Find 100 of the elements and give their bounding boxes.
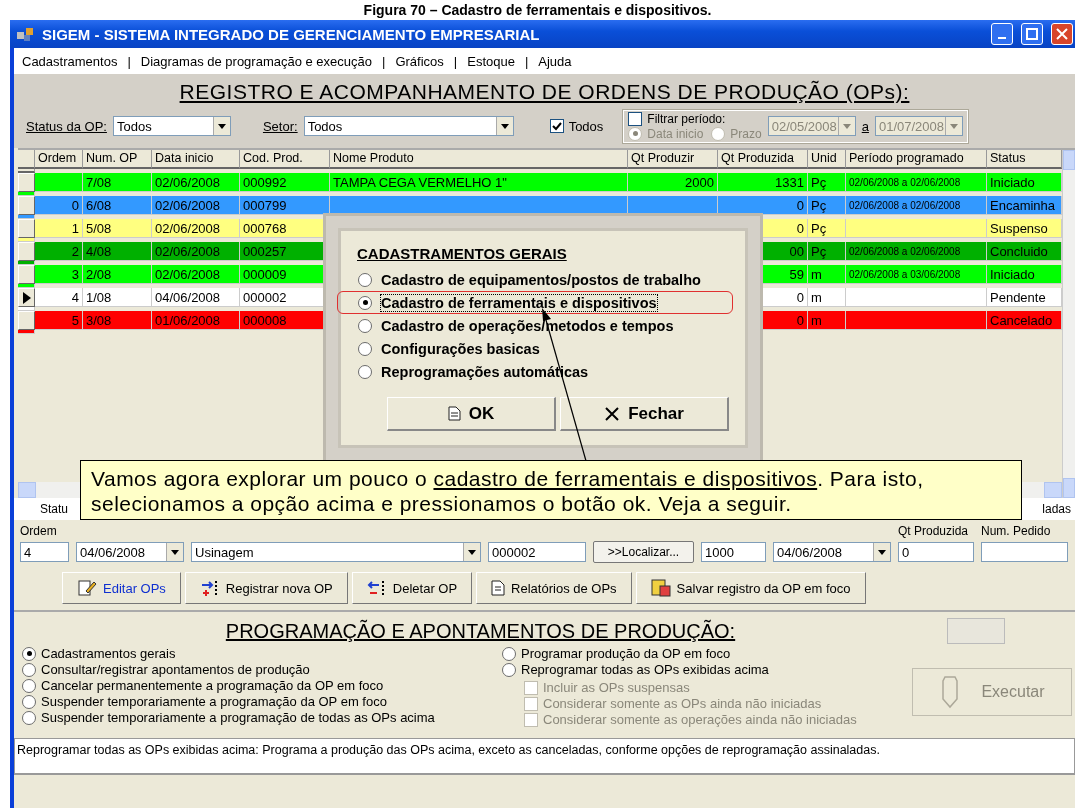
arrow-plus-icon <box>199 579 220 597</box>
column-header[interactable]: Num. OP <box>83 150 152 169</box>
table-cell: m <box>808 311 846 330</box>
field-label: Ordem <box>20 524 57 538</box>
toolbar-button[interactable]: Relatórios de OPs <box>476 572 632 604</box>
toolbar-button[interactable]: Deletar OP <box>351 572 473 604</box>
column-header[interactable]: Nome Produto <box>330 150 628 169</box>
dropdown-arrow-icon[interactable] <box>500 123 509 129</box>
input-field[interactable] <box>981 542 1068 562</box>
menu-separator: | <box>382 53 386 69</box>
field-label: a <box>861 118 869 134</box>
save-icon <box>650 579 671 597</box>
column-header[interactable]: Qt Produzir <box>628 150 718 169</box>
table-cell: Encaminha <box>987 196 1062 215</box>
radio-option[interactable]: Cancelar permanentemente a programação da OP em foco <box>22 678 502 693</box>
field-label: Setor: <box>262 118 298 134</box>
field-label: Qt Produzida <box>898 524 969 538</box>
indicator-box <box>947 618 1005 644</box>
column-header[interactable]: Data inicio <box>152 150 240 169</box>
menu-item[interactable]: Estoque <box>467 53 515 69</box>
all-checkbox[interactable]: Todos <box>549 118 604 134</box>
input-field[interactable]: 1000 <box>701 542 766 562</box>
table-cell <box>18 238 35 242</box>
table-cell: 6/08 <box>83 196 152 215</box>
toolbar-button[interactable]: Editar OPs <box>62 572 181 604</box>
status-dropdown[interactable]: Todos <box>112 116 231 136</box>
radio-option[interactable]: Reprogramar todas as OPs exibidas acima <box>502 662 902 677</box>
table-cell: 2000 <box>628 173 718 192</box>
maximize-button[interactable] <box>1021 23 1043 45</box>
column-header[interactable]: Qt Produzida <box>718 150 808 169</box>
menu-item[interactable]: Diagramas de programação e execução <box>140 53 373 69</box>
table-cell: Pç <box>808 242 846 261</box>
maximize-icon <box>1026 28 1038 40</box>
menu-item[interactable]: Cadastramentos <box>22 53 118 69</box>
column-header[interactable]: Cod. Prod. <box>240 150 330 169</box>
table-cell <box>18 261 35 265</box>
ok-button[interactable]: OK <box>387 397 556 431</box>
dropdown-arrow-icon[interactable] <box>171 549 179 555</box>
table-cell: 4 <box>35 288 83 307</box>
table-cell: TAMPA CEGA VERMELHO 1" <box>330 173 628 192</box>
tooltip-link[interactable]: cadastro de ferramentais e dispositivos <box>433 467 818 490</box>
table-cell: 1 <box>35 219 83 238</box>
vertical-scrollbar[interactable] <box>1062 150 1075 498</box>
radio-option[interactable]: Cadastro de ferramentais e dispositivos <box>337 291 733 314</box>
column-header[interactable]: Ordem <box>35 150 83 169</box>
period-checkbox[interactable]: Filtrar período: <box>628 111 762 126</box>
radio-option[interactable]: Programar produção da OP em foco <box>502 646 902 661</box>
table-cell: 000992 <box>240 173 330 192</box>
table-cell: Pç <box>808 196 846 215</box>
table-cell: 02/06/2008 <box>152 242 240 261</box>
close-icon <box>1056 28 1068 40</box>
radio-option[interactable]: Suspender temporariamente a programação da OP em foco <box>22 694 502 709</box>
input-field[interactable]: 0 <box>898 542 974 562</box>
close-button[interactable] <box>1051 23 1073 45</box>
toolbar-button[interactable]: Registrar nova OP <box>184 572 348 604</box>
close-button[interactable]: Fechar <box>560 397 729 431</box>
row-header[interactable] <box>18 288 35 307</box>
column-header[interactable]: Unid <box>808 150 846 169</box>
table-cell: Pç <box>808 219 846 238</box>
radio-option[interactable]: Consultar/registrar apontamentos de produção <box>22 662 502 677</box>
dropdown-arrow-icon[interactable] <box>468 549 476 555</box>
radio-option[interactable]: Configurações basicas <box>337 337 733 360</box>
minimize-icon <box>998 37 1006 39</box>
callout-tooltip: Vamos agora explorar um pouco o cadastro de ferramentais e dispositivos. Para isto, selecionamos a opção acima e pressionamos o botão ok. Veja a seguir. <box>80 460 1022 520</box>
dropdown[interactable]: 04/06/2008 <box>76 542 184 562</box>
legend-label: Statu <box>40 502 69 516</box>
search-button[interactable]: >>Localizar... <box>593 541 694 563</box>
dropdown-arrow-icon[interactable] <box>878 549 886 555</box>
input-field[interactable]: 4 <box>20 542 69 562</box>
menu-separator: | <box>524 53 529 69</box>
minimize-button[interactable] <box>991 23 1013 45</box>
dropdown[interactable]: 04/06/2008 <box>773 542 891 562</box>
section-title: PROGRAMAÇÃO E APONTAMENTOS DE PRODUÇÃO: <box>224 619 737 643</box>
table-cell: m <box>808 288 846 307</box>
table-cell: 02/06/2008 <box>152 265 240 284</box>
table-cell: 02/06/2008 <box>152 173 240 192</box>
radio-option[interactable]: Cadastramentos gerais <box>22 646 502 661</box>
table-cell: 2/08 <box>83 265 152 284</box>
table-cell: 01/06/2008 <box>152 311 240 330</box>
sector-dropdown[interactable]: Todos <box>303 116 514 136</box>
table-cell: 04/06/2008 <box>152 288 240 307</box>
table-cell <box>35 173 83 192</box>
table-cell: 1331 <box>718 173 808 192</box>
column-header[interactable]: Período programado <box>846 150 987 169</box>
toolbar-button[interactable]: Salvar registro da OP em foco <box>635 572 866 604</box>
column-header[interactable]: Status <box>987 150 1062 169</box>
table-cell: 4/08 <box>83 242 152 261</box>
document-icon <box>447 406 461 421</box>
menu-item[interactable]: Gráficos <box>395 53 444 69</box>
arrow-minus-icon <box>366 579 387 597</box>
dialog-title: CADASTRAMENTOS GERAIS <box>357 245 568 262</box>
dropdown-arrow-icon[interactable] <box>217 123 226 129</box>
row-pointer-icon <box>22 291 31 304</box>
table-cell: Pendente <box>987 288 1062 307</box>
radio-option[interactable]: Suspender temporariamente a programação de todas as OPs acima <box>22 710 502 725</box>
menu-item[interactable]: Ajuda <box>538 53 572 69</box>
input-field[interactable]: 000002 <box>488 542 586 562</box>
table-cell: 7/08 <box>83 173 152 192</box>
dropdown[interactable]: Usinagem <box>191 542 481 562</box>
menu-separator: | <box>127 53 131 69</box>
